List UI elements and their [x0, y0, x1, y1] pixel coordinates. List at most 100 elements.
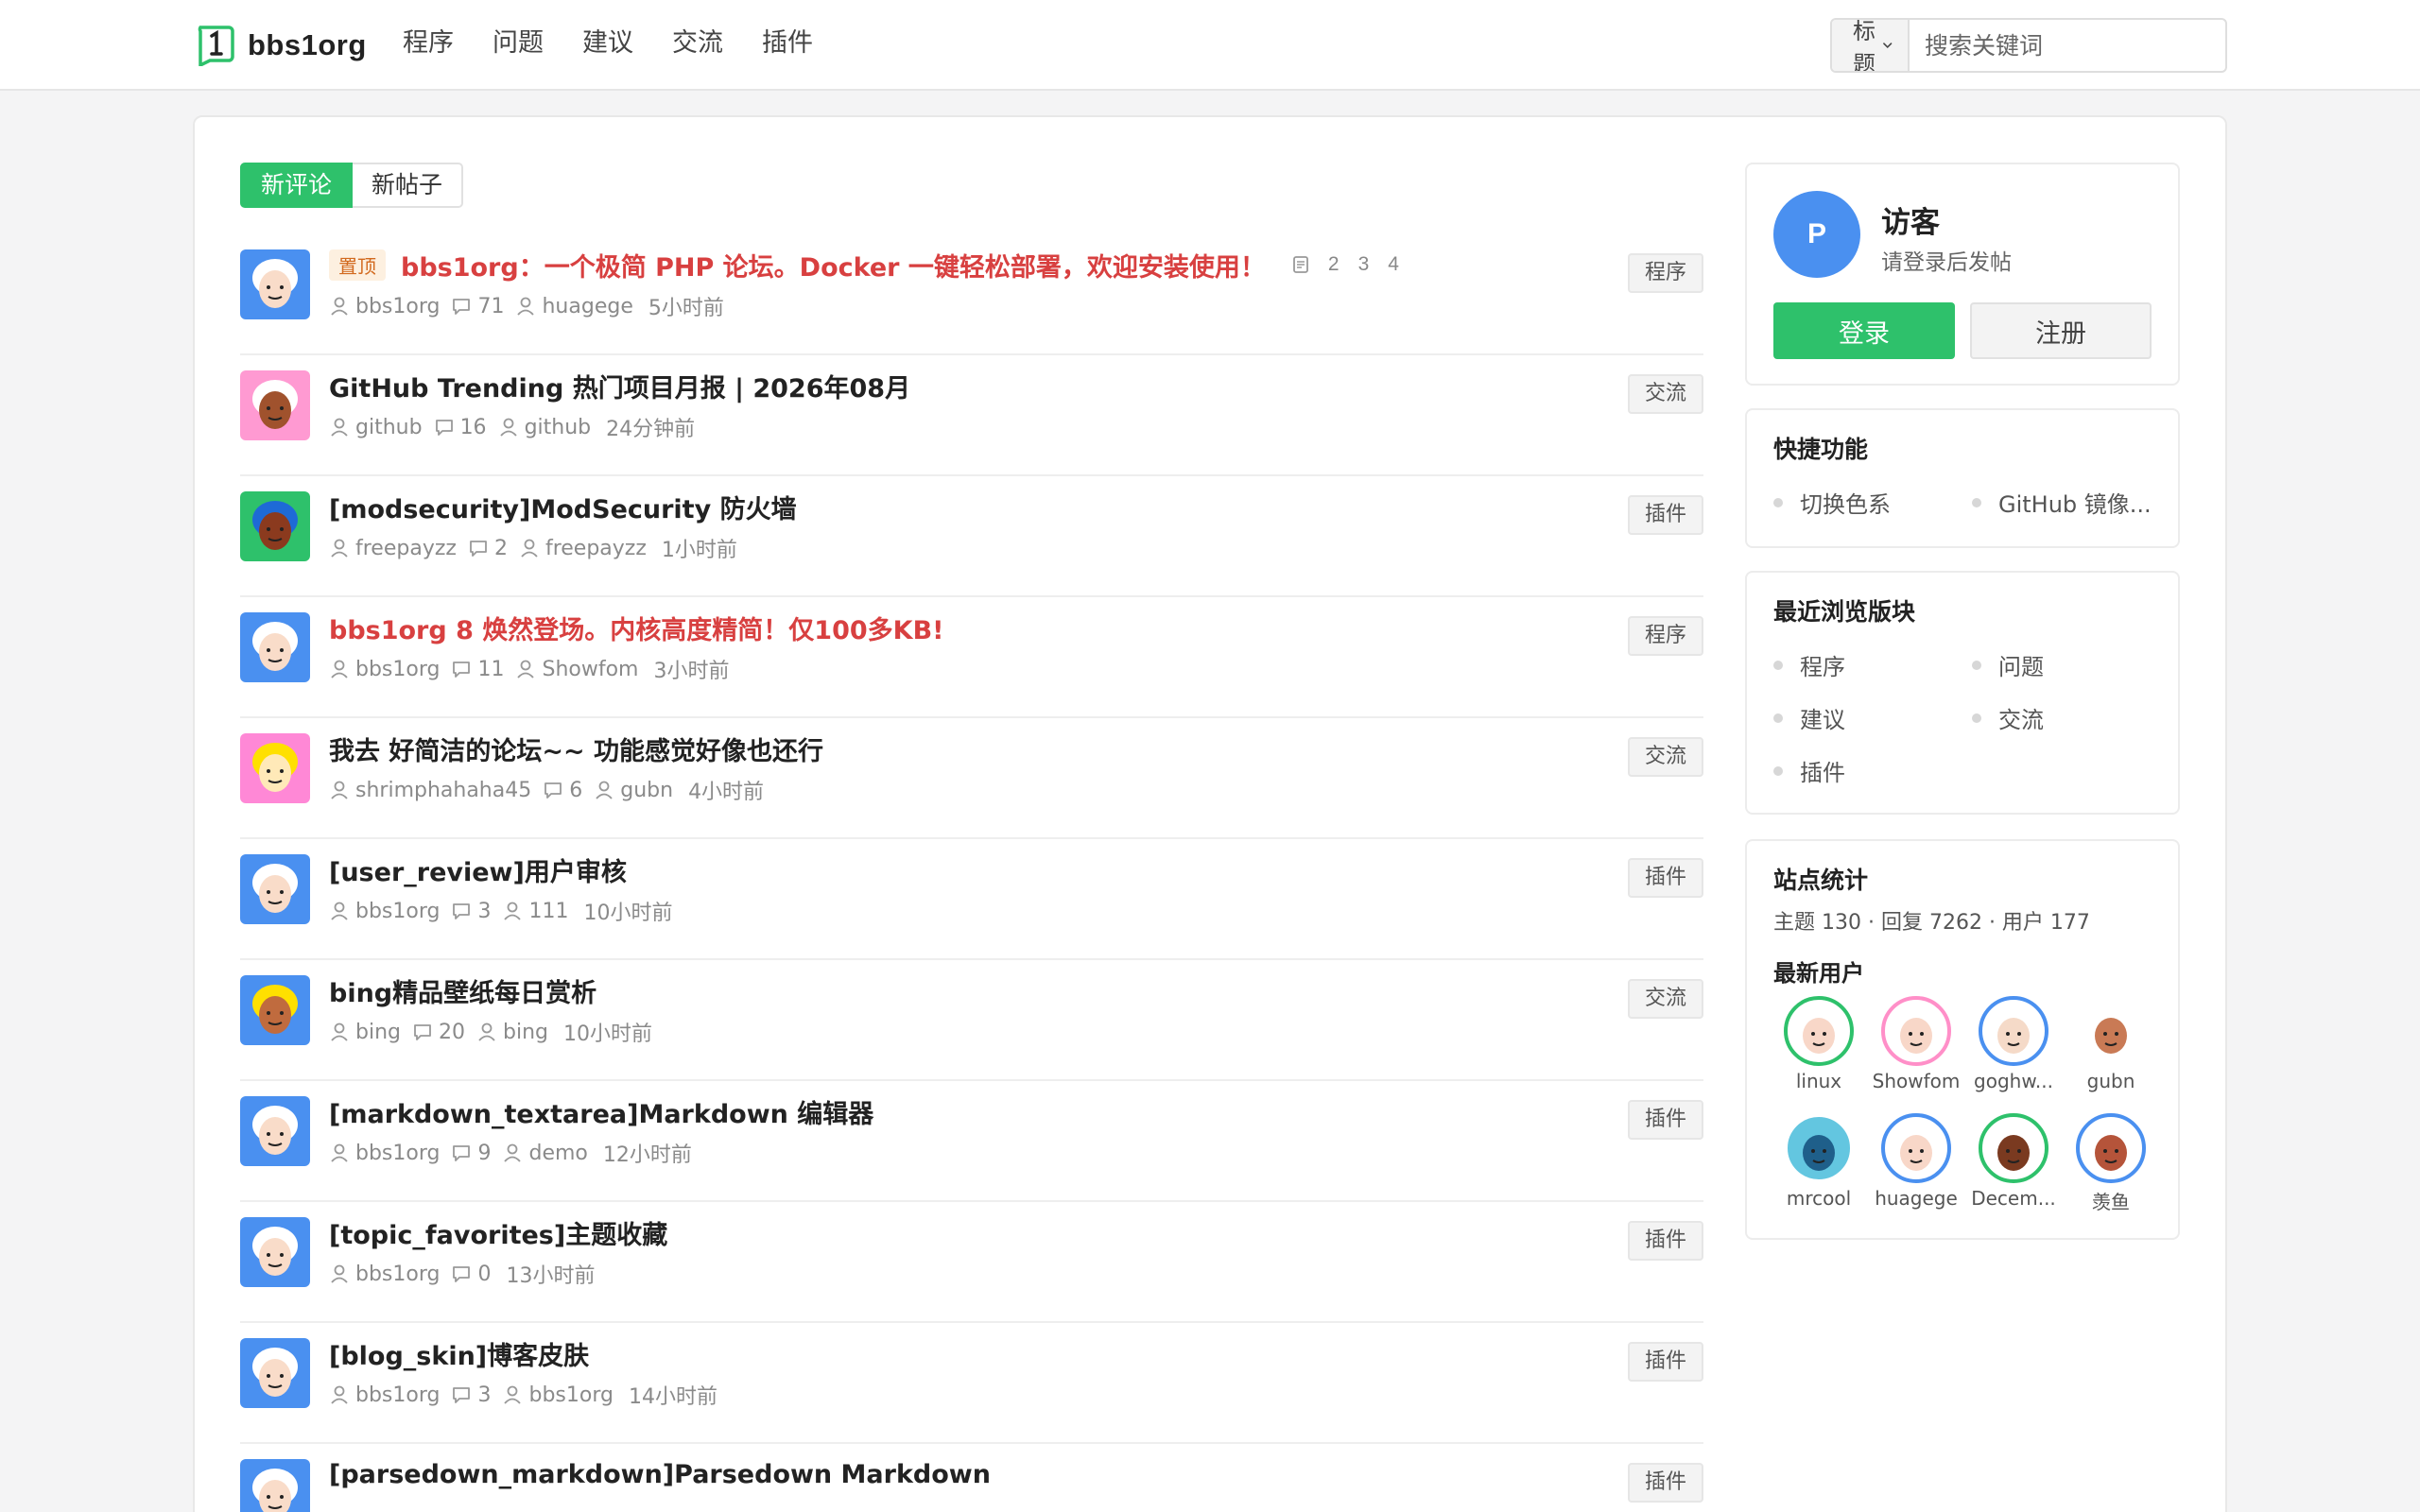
author-avatar[interactable] — [240, 975, 310, 1045]
recent-item-question[interactable]: 问题 — [1972, 648, 2044, 681]
last-reply-user[interactable]: 111 — [502, 900, 568, 923]
topic-row: 置顶 bbs1org：一个极简 PHP 论坛。Docker 一键轻松部署，欢迎安装… — [240, 234, 1703, 355]
board-tag[interactable]: 程序 — [1628, 253, 1703, 293]
topic-title[interactable]: [modsecurity]ModSecurity 防火墙 — [329, 489, 797, 525]
board-tag[interactable]: 插件 — [1628, 858, 1703, 898]
site-logo[interactable]: bbs1org — [195, 25, 367, 66]
new-user[interactable]: Showfom — [1869, 996, 1963, 1092]
topic-title[interactable]: [topic_favorites]主题收藏 — [329, 1214, 667, 1251]
topic-title[interactable]: [user_review]用户审核 — [329, 851, 627, 888]
board-tag[interactable]: 交流 — [1628, 374, 1703, 414]
user-icon — [331, 1264, 348, 1283]
new-user[interactable]: 羡鱼 — [2064, 1113, 2158, 1214]
nav-item-exchange[interactable]: 交流 — [672, 23, 723, 64]
last-reply-name: demo — [528, 1141, 588, 1165]
last-reply-user[interactable]: github — [498, 416, 591, 439]
quick-item-github-mirror[interactable]: GitHub 镜像... — [1972, 486, 2152, 519]
new-user[interactable]: Decem... — [1966, 1113, 2061, 1210]
author-link[interactable]: github — [329, 416, 423, 439]
author-link[interactable]: bbs1org — [329, 1263, 440, 1286]
author-avatar[interactable] — [240, 1217, 310, 1287]
last-reply-user[interactable]: freepayzz — [519, 537, 647, 560]
comment-icon — [414, 1024, 431, 1040]
board-tag[interactable]: 插件 — [1628, 1100, 1703, 1140]
nav-item-question[interactable]: 问题 — [493, 23, 544, 64]
reply-count: 16 — [434, 416, 487, 439]
recent-item-label: 插件 — [1800, 760, 1845, 786]
author-link[interactable]: freepayzz — [329, 537, 457, 560]
page-link[interactable]: 3 — [1358, 253, 1370, 276]
tab-new-comments[interactable]: 新评论 — [240, 163, 354, 208]
author-avatar[interactable] — [240, 1459, 310, 1512]
last-reply-user[interactable]: huagege — [515, 295, 633, 318]
last-reply-user[interactable]: bing — [476, 1021, 548, 1044]
pinned-badge: 置顶 — [329, 249, 386, 281]
guest-name: 访客 — [1881, 206, 1940, 240]
new-user[interactable]: goghw... — [1966, 996, 2061, 1092]
topic-title-line: [parsedown_markdown]Parsedown Markdown — [329, 1453, 991, 1495]
author-link[interactable]: bbs1org — [329, 1142, 440, 1165]
author-avatar[interactable] — [240, 370, 310, 440]
bullet-dot — [1773, 660, 1783, 670]
comment-icon — [453, 662, 471, 678]
tab-new-posts[interactable]: 新帖子 — [353, 163, 464, 208]
topic-title[interactable]: 我去 好简洁的论坛~~ 功能感觉好像也还行 — [329, 730, 823, 767]
author-avatar[interactable] — [240, 733, 310, 803]
author-avatar[interactable] — [240, 491, 310, 561]
last-reply-user[interactable]: demo — [502, 1141, 588, 1165]
recent-item-plugin[interactable]: 插件 — [1773, 754, 1845, 787]
quick-item-theme[interactable]: 切换色系 — [1773, 486, 1891, 519]
last-reply-user[interactable]: Showfom — [515, 658, 638, 681]
topic-title[interactable]: bing精品壁纸每日赏析 — [329, 972, 596, 1009]
new-user[interactable]: linux — [1772, 996, 1866, 1092]
topic-title[interactable]: bbs1org：一个极简 PHP 论坛。Docker 一键轻松部署，欢迎安装使用… — [401, 247, 1266, 284]
nav-item-program[interactable]: 程序 — [403, 23, 454, 64]
author-link[interactable]: bbs1org — [329, 295, 440, 318]
last-reply-user[interactable]: gubn — [594, 779, 673, 802]
author-avatar[interactable] — [240, 1338, 310, 1408]
new-user[interactable]: gubn — [2064, 996, 2158, 1092]
reply-count: 20 — [412, 1021, 465, 1044]
avatar-image — [240, 1338, 310, 1408]
author-name: github — [355, 415, 423, 439]
board-tag[interactable]: 交流 — [1628, 737, 1703, 777]
topic-title[interactable]: [markdown_textarea]Markdown 编辑器 — [329, 1093, 873, 1130]
board-tag[interactable]: 插件 — [1628, 495, 1703, 535]
search-input[interactable] — [1910, 20, 2225, 71]
author-avatar[interactable] — [240, 249, 310, 319]
topic-title[interactable]: [parsedown_markdown]Parsedown Markdown — [329, 1460, 991, 1489]
board-tag[interactable]: 程序 — [1628, 616, 1703, 656]
topic-title[interactable]: bbs1org 8 焕然登场。内核高度精简！仅100多KB! — [329, 610, 943, 646]
recent-item-program[interactable]: 程序 — [1773, 648, 1845, 681]
board-tag[interactable]: 插件 — [1628, 1463, 1703, 1503]
new-user-name: Decem... — [1971, 1187, 2056, 1210]
recent-item-suggestion[interactable]: 建议 — [1773, 701, 1845, 734]
nav-item-suggestion[interactable]: 建议 — [582, 23, 633, 64]
recent-item-exchange[interactable]: 交流 — [1972, 701, 2044, 734]
author-link[interactable]: bbs1org — [329, 900, 440, 923]
new-user[interactable]: mrcool — [1772, 1113, 1866, 1210]
topic-title[interactable]: [blog_skin]博客皮肤 — [329, 1335, 589, 1372]
page-link[interactable]: 2 — [1328, 253, 1340, 276]
author-link[interactable]: bing — [329, 1021, 401, 1044]
register-button[interactable]: 注册 — [1970, 302, 2152, 359]
board-tag[interactable]: 插件 — [1628, 1221, 1703, 1261]
page-link[interactable]: 4 — [1388, 253, 1399, 276]
author-avatar[interactable] — [240, 1096, 310, 1166]
author-avatar[interactable] — [240, 612, 310, 682]
author-link[interactable]: bbs1org — [329, 658, 440, 681]
topic-title[interactable]: GitHub Trending 热门项目月报 | 2026年08月 — [329, 368, 910, 404]
new-user[interactable]: huagege — [1869, 1113, 1963, 1210]
author-avatar[interactable] — [240, 854, 310, 924]
nav-item-plugin[interactable]: 插件 — [762, 23, 813, 64]
author-link[interactable]: bbs1org — [329, 1383, 440, 1407]
author-name: freepayzz — [355, 536, 457, 560]
author-link[interactable]: shrimphahaha45 — [329, 779, 531, 802]
last-reply-time: 14小时前 — [628, 1385, 717, 1409]
board-tag[interactable]: 插件 — [1628, 1342, 1703, 1382]
quick-item-label: 切换色系 — [1800, 491, 1891, 518]
search-type-select[interactable]: 标题 — [1832, 20, 1910, 71]
board-tag[interactable]: 交流 — [1628, 979, 1703, 1019]
login-button[interactable]: 登录 — [1773, 302, 1955, 359]
last-reply-user[interactable]: bbs1org — [502, 1383, 614, 1407]
